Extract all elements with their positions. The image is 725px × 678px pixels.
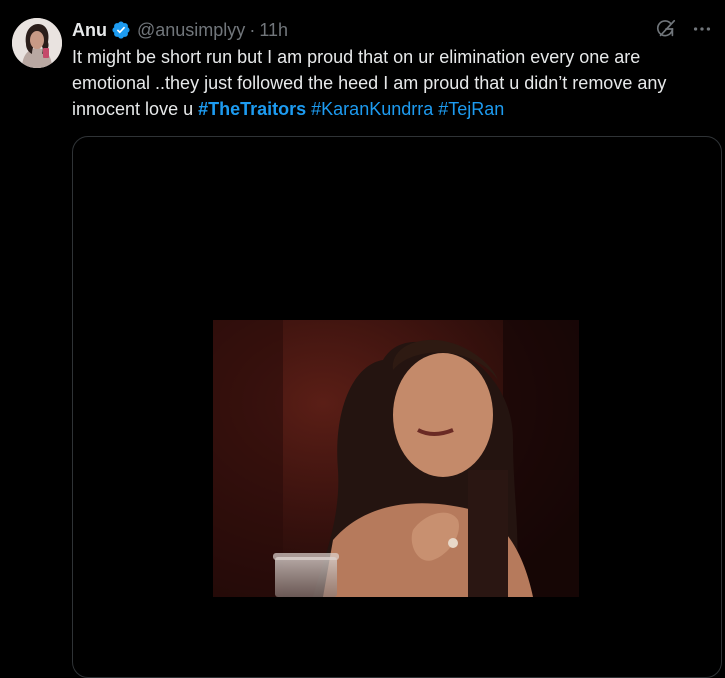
tweet-timestamp[interactable]: 11h [259, 18, 288, 42]
tweet-media[interactable] [72, 136, 722, 678]
hashtag-link[interactable]: #TejRan [438, 99, 504, 119]
tweet[interactable]: Anu @anusimplyy · 11h It might be short … [0, 0, 725, 678]
video-still-image [213, 320, 579, 597]
grok-icon[interactable] [655, 18, 677, 40]
header-actions [655, 18, 713, 40]
tweet-header: Anu @anusimplyy · 11h [72, 18, 288, 42]
more-options-icon[interactable] [691, 18, 713, 40]
avatar-image [12, 18, 62, 68]
video-frame[interactable] [213, 320, 579, 597]
header-separator: · [249, 20, 256, 40]
author-avatar[interactable] [12, 18, 62, 68]
verified-badge-icon[interactable] [111, 20, 131, 40]
tweet-text: It might be short run but I am proud tha… [72, 44, 712, 122]
author-handle[interactable]: @anusimplyy [137, 18, 245, 42]
author-display-name[interactable]: Anu [72, 18, 107, 42]
hashtag-link[interactable]: #TheTraitors [198, 99, 306, 119]
hashtag-link[interactable]: #KaranKundrra [311, 99, 433, 119]
